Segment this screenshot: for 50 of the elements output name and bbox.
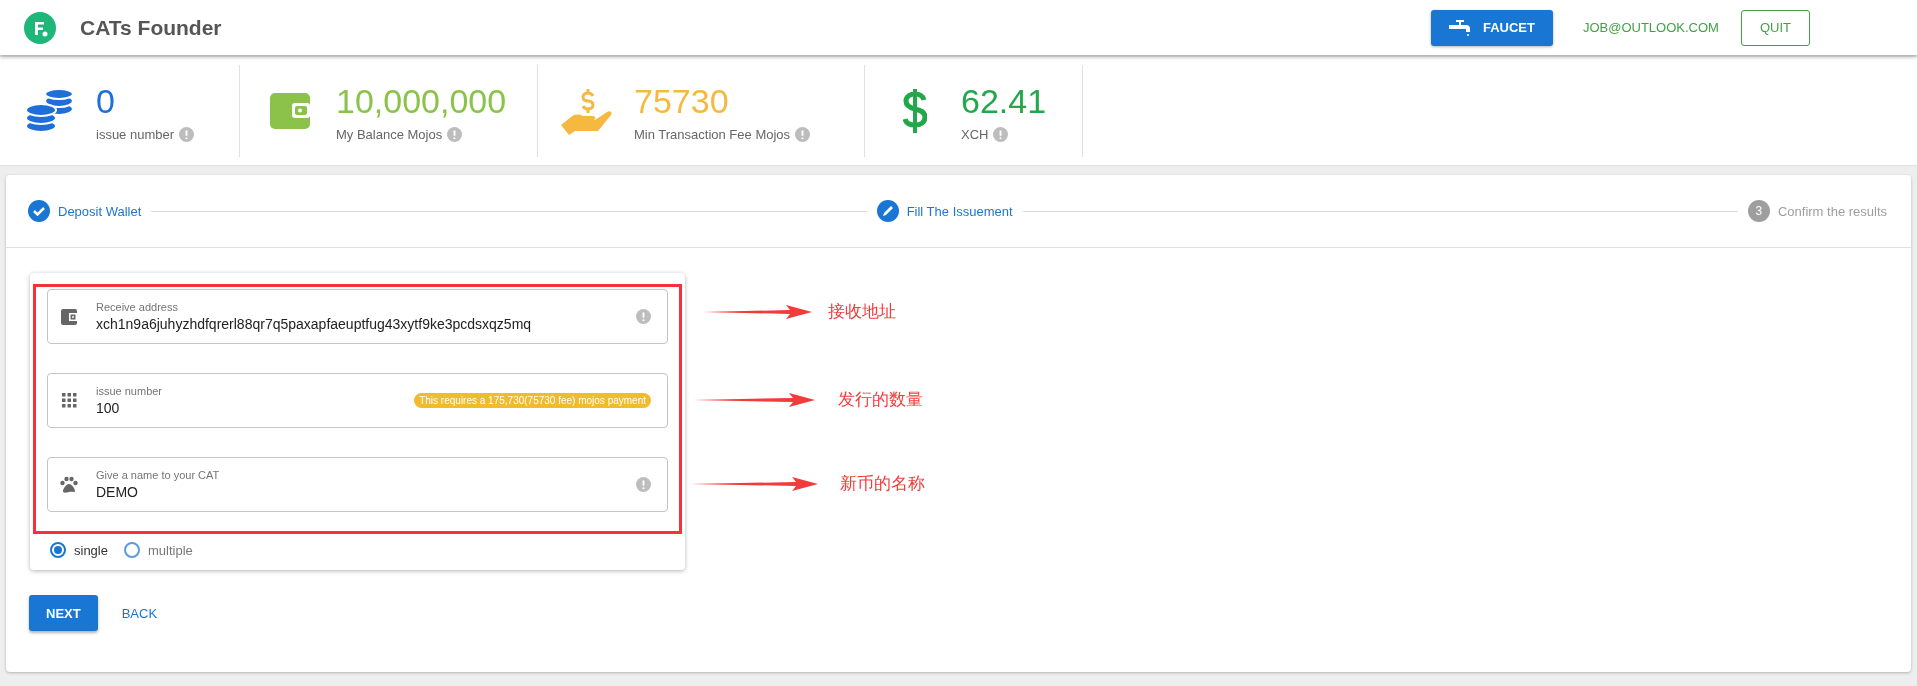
app-title: CATs Founder	[80, 15, 222, 40]
faucet-button[interactable]: FAUCET	[1430, 9, 1553, 46]
stat-label: My Balance Mojos	[336, 126, 443, 142]
annotation-label: 发行的数量	[838, 388, 923, 411]
input-field[interactable]: Receive address xch1n9a6juhyzhdfqrerl88qr7q5paxapfaeuptfug43xytf9ke3pcdsxqz5mq	[47, 289, 668, 344]
fee-badge: This requires a 175,730(75730 fee) mojos payment	[414, 393, 651, 408]
info-icon	[636, 477, 651, 492]
info-icon	[447, 126, 463, 142]
step-label: Confirm the results	[1777, 203, 1887, 219]
input-field[interactable]: Give a name to your CAT DEMO	[47, 457, 668, 512]
account-link[interactable]: JOB@OUTLOOK.COM	[1582, 20, 1719, 35]
faucet-icon	[1448, 19, 1471, 36]
wallet-icon	[61, 308, 77, 325]
radio-button[interactable]	[50, 542, 66, 558]
field-value: 100	[96, 400, 121, 416]
next-button[interactable]: NEXT	[29, 595, 98, 631]
coins-icon	[25, 89, 75, 133]
annotation-label: 新币的名称	[840, 472, 925, 495]
field-label: issue number	[96, 385, 164, 397]
info-icon	[179, 126, 195, 142]
input-field[interactable]: issue number 100 This requires a 175,730(75730 fee) mojos payment	[47, 373, 668, 428]
logo-icon	[24, 11, 56, 44]
grid-icon	[61, 393, 77, 408]
info-icon	[795, 126, 811, 142]
step-number: 3	[1747, 200, 1770, 222]
info-icon	[636, 309, 651, 324]
radio-label: single	[74, 542, 108, 558]
wallet-icon	[270, 93, 310, 129]
field-value: xch1n9a6juhyzhdfqrerl88qr7q5paxapfaeuptfug43xytf9ke3pcdsxqz5mq	[96, 316, 533, 332]
field-value: DEMO	[96, 484, 139, 500]
stat-value: 0	[96, 80, 116, 121]
stat-label: Min Transaction Fee Mojos	[634, 126, 791, 142]
step-label: Deposit Wallet	[58, 203, 142, 219]
radio-button[interactable]	[123, 542, 140, 558]
stat-label: XCH	[961, 126, 989, 142]
dollar-icon	[903, 87, 927, 135]
field-label: Give a name to your CAT	[96, 469, 221, 481]
quit-button[interactable]: QUIT	[1740, 9, 1810, 46]
hand-dollar-icon	[561, 87, 615, 135]
stat-value: 62.41	[961, 80, 1047, 121]
paw-icon	[60, 476, 78, 493]
stat-value: 10,000,000	[336, 80, 507, 121]
stat-label: issue number	[96, 126, 175, 142]
info-icon	[993, 126, 1009, 142]
stat-value: 75730	[634, 80, 730, 121]
annotation-label: 接收地址	[828, 300, 896, 323]
back-button[interactable]: BACK	[117, 595, 162, 631]
field-label: Receive address	[96, 301, 179, 313]
step-label: Fill The Issuement	[906, 203, 1013, 219]
radio-label: multiple	[147, 542, 193, 558]
